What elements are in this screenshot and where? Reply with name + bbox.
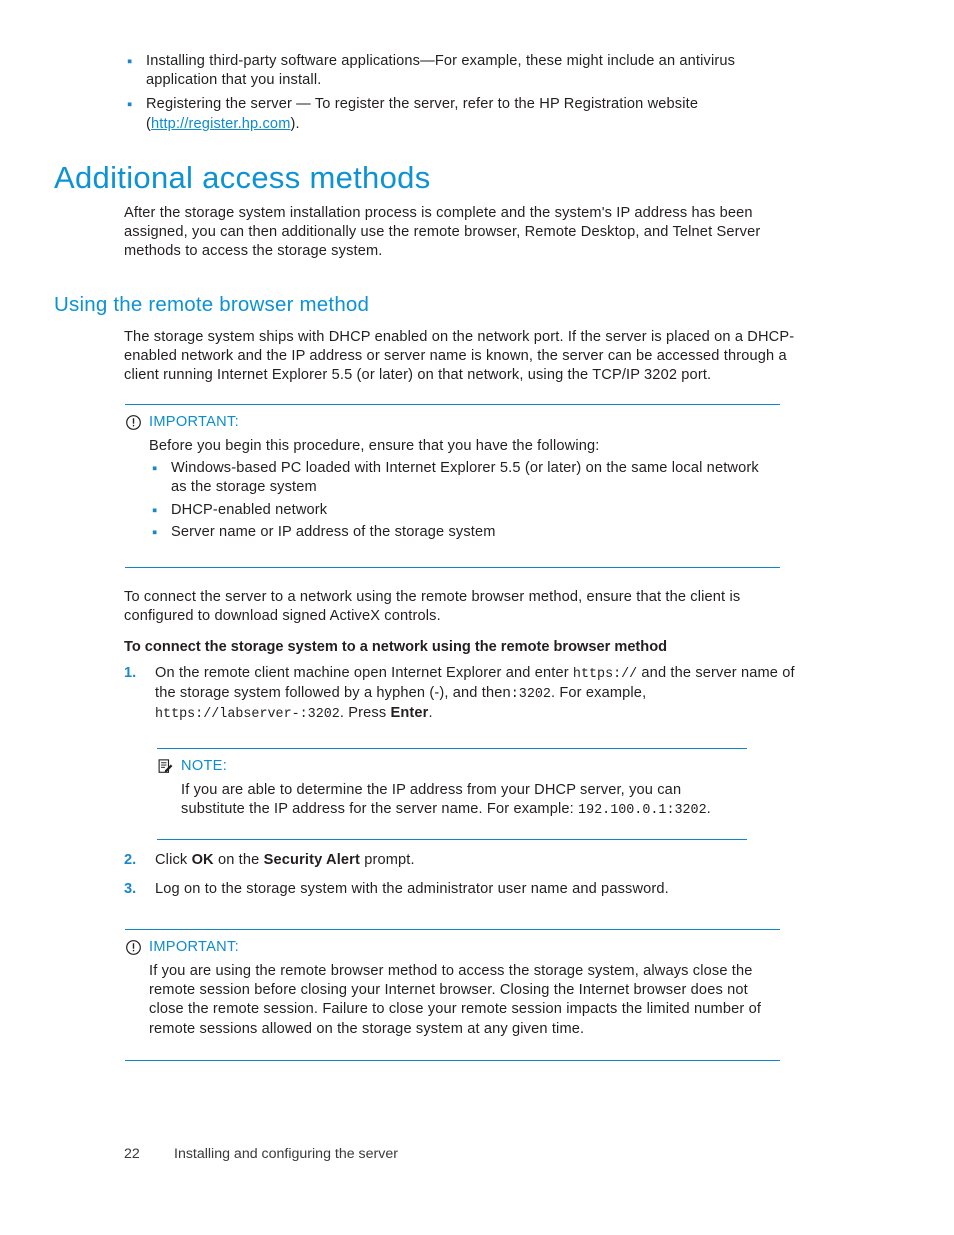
important-callout-2: IMPORTANT: If you are using the remote b…	[125, 929, 780, 1061]
bullet-icon	[149, 459, 171, 478]
list-item-text: Installing third-party software applicat…	[146, 53, 736, 89]
subsection-intro-paragraph: The storage system ships with DHCP enabl…	[124, 329, 795, 384]
list-item: Registering the server — To register the…	[124, 95, 800, 133]
step-code-port: :3202	[510, 687, 551, 703]
intro-bullet-list: Installing third-party software applicat…	[124, 52, 800, 139]
callout-label: IMPORTANT:	[149, 414, 239, 430]
step-text-seg-1: On the remote client machine open Intern…	[155, 665, 573, 681]
callout-text: If you are using the remote browser meth…	[149, 963, 762, 1037]
callout-spacer	[125, 545, 780, 567]
circle-exclamation-icon	[126, 940, 141, 955]
procedure-step-2: 2. Click OK on the Security Alert prompt…	[124, 851, 804, 870]
subsection-title: Using the remote browser method	[54, 293, 370, 316]
list-item: Windows-based PC loaded with Internet Ex…	[149, 459, 776, 497]
bullet-icon	[124, 52, 146, 71]
document-page: Installing third-party software applicat…	[0, 0, 954, 1235]
step-text-seg-1: Click	[155, 852, 192, 868]
procedure-step-1: 1. On the remote client machine open Int…	[124, 664, 804, 725]
list-item-text: Windows-based PC loaded with Internet Ex…	[171, 460, 759, 496]
list-item: DHCP-enabled network	[149, 501, 776, 520]
step-text: On the remote client machine open Intern…	[155, 664, 804, 725]
step-code-https: https://	[572, 667, 638, 682]
step-code-example-url: https://labserver-:3202	[155, 707, 340, 723]
note-text-seg-2: .	[706, 801, 711, 818]
callout-body: If you are using the remote browser meth…	[125, 962, 780, 1039]
step-bold-ok: OK	[191, 852, 214, 868]
step-text-seg-3: prompt.	[360, 852, 415, 868]
step-text-seg-3: . For example,	[550, 685, 647, 702]
step-text-seg-5: .	[428, 705, 433, 722]
step-bold-security-alert: Security Alert	[263, 852, 361, 868]
list-item-text-tail: ).	[290, 115, 300, 132]
callout-header: IMPORTANT:	[125, 414, 780, 431]
callout-spacer	[157, 823, 747, 839]
step-text-seg-4: . Press	[339, 705, 391, 722]
callout-bottom-rule	[157, 839, 747, 841]
callout-bottom-rule	[125, 1059, 780, 1061]
callout-header: IMPORTANT:	[125, 939, 780, 956]
footer-page-number: 22	[124, 1146, 140, 1162]
notepad-pencil-icon	[158, 759, 173, 773]
callout-text: If you are able to determine the IP addr…	[181, 781, 743, 820]
bullet-icon	[124, 95, 146, 114]
list-item-text: Registering the server — To register the…	[146, 95, 800, 133]
step-number: 1.	[124, 665, 137, 681]
callout-label: IMPORTANT:	[149, 939, 239, 955]
page-footer: 22 Installing and configuring the server	[124, 1145, 398, 1163]
callout-header: NOTE:	[157, 758, 747, 775]
callout-label: NOTE:	[181, 758, 228, 774]
note-callout: NOTE: If you are able to determine the I…	[157, 748, 747, 841]
page-title: Additional access methods	[54, 160, 431, 195]
list-item-text: DHCP-enabled network	[171, 501, 328, 518]
callout-top-rule	[157, 748, 747, 749]
procedure-step-3: 3. Log on to the storage system with the…	[124, 880, 804, 899]
step-number: 2.	[124, 852, 137, 868]
bullet-icon	[149, 501, 171, 520]
important-callout-1: IMPORTANT: Before you begin this procedu…	[125, 404, 780, 569]
step-key-enter: Enter	[390, 705, 429, 722]
callout-top-rule	[125, 404, 780, 405]
callout-body: Before you begin this procedure, ensure …	[125, 437, 780, 542]
list-item: Installing third-party software applicat…	[124, 52, 800, 90]
footer-chapter-title: Installing and configuring the server	[174, 1146, 398, 1162]
callout-intro: Before you begin this procedure, ensure …	[149, 438, 600, 454]
step-text-seg-2: on the	[213, 852, 264, 868]
callout-body: If you are able to determine the IP addr…	[157, 781, 747, 820]
hp-registration-link[interactable]: http://register.hp.com	[151, 116, 291, 132]
list-item-text: Server name or IP address of the storage…	[171, 523, 496, 540]
connect-paragraph: To connect the server to a network using…	[124, 589, 741, 625]
section-intro-paragraph: After the storage system installation pr…	[124, 205, 761, 260]
step-text: Click OK on the Security Alert prompt.	[155, 851, 804, 870]
procedure-title: To connect the storage system to a netwo…	[124, 639, 668, 655]
step-number: 3.	[124, 881, 137, 897]
list-item: Server name or IP address of the storage…	[149, 523, 776, 542]
note-code-ip: 192.100.0.1:3202	[578, 803, 707, 819]
bullet-icon	[149, 523, 171, 542]
callout-spacer	[125, 1042, 780, 1060]
step-text: Log on to the storage system with the ad…	[155, 881, 669, 897]
circle-exclamation-icon	[126, 415, 141, 430]
callout-top-rule	[125, 929, 780, 930]
callout-bottom-rule	[125, 567, 780, 569]
